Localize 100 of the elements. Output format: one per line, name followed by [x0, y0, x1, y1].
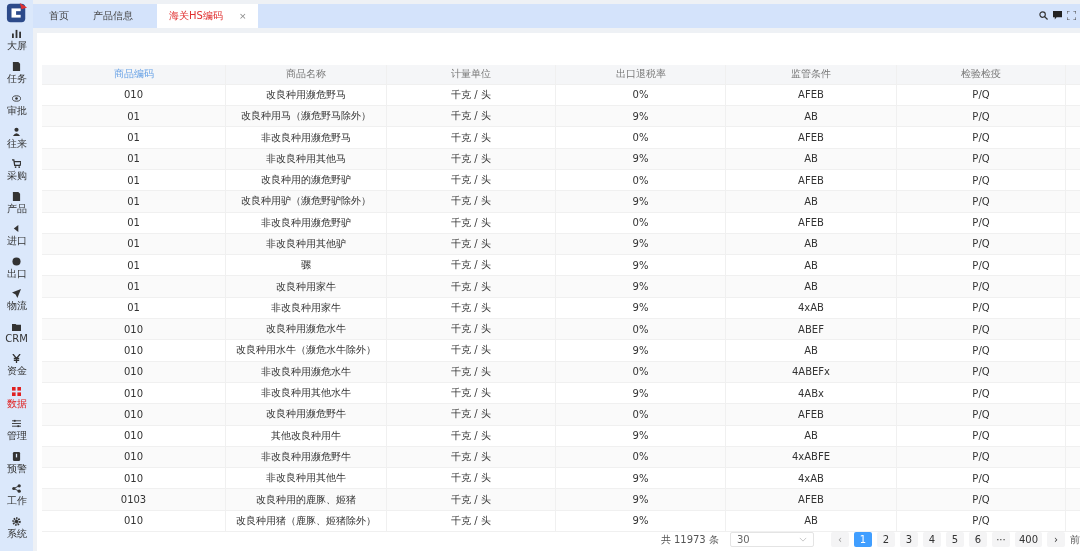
table-cell: 千克 / 头	[387, 212, 556, 233]
column-header[interactable]: 监管条件	[726, 64, 897, 84]
sidebar-item[interactable]: 资金	[6, 350, 27, 383]
tab[interactable]: 首页	[37, 4, 81, 28]
table-cell: 非改良种用濒危野牛	[226, 446, 387, 468]
table-cell: 0%	[556, 127, 726, 148]
sidebar-item[interactable]: 大屏	[6, 25, 27, 58]
table-cell: 9%	[556, 510, 726, 531]
column-header[interactable]: 检验检疫	[897, 64, 1066, 84]
table-cell: P/Q	[897, 127, 1066, 148]
table-cell: AFEB	[726, 84, 897, 106]
close-icon[interactable]: ×	[238, 10, 247, 21]
table-cell: 千克 / 头	[387, 148, 556, 169]
table-cell: 9%	[556, 148, 726, 169]
table-cell: 千克 / 头	[387, 468, 556, 489]
table-cell: AB	[726, 106, 897, 127]
sliders-icon	[12, 419, 21, 429]
table-cell: P/Q	[897, 233, 1066, 255]
message-icon[interactable]	[1053, 11, 1062, 21]
table-cell: 其他改良种用牛	[226, 425, 387, 446]
sidebar-item[interactable]: 管理	[6, 415, 27, 448]
page-button[interactable]: 4	[922, 532, 941, 547]
share-icon	[12, 484, 21, 494]
table-cell: P/Q	[897, 489, 1066, 510]
table-cell: 01	[42, 127, 226, 148]
sidebar-item[interactable]: 工作	[6, 480, 27, 513]
table-cell: 千克 / 头	[387, 425, 556, 446]
table-cell: 0%	[556, 319, 726, 340]
column-header[interactable]: 计量单位	[387, 64, 556, 84]
sidebar-item[interactable]: 数据	[6, 382, 27, 415]
column-header[interactable]: 出口退税率	[556, 64, 726, 84]
table-cell: AFEB	[726, 404, 897, 425]
table-cell: 千克 / 头	[387, 127, 556, 148]
table-cell: 非改良种用濒危水牛	[226, 361, 387, 382]
table-cell: P/Q	[897, 361, 1066, 382]
chevron-down-icon	[798, 537, 807, 542]
total-count: 共 11973 条	[660, 532, 719, 547]
eye-icon	[12, 94, 21, 104]
table-cell: 改良种用的濒危野驴	[226, 169, 387, 191]
table-cell: AB	[726, 510, 897, 531]
table-cell: 9%	[556, 297, 726, 319]
table-cell: AB	[726, 233, 897, 255]
table-cell: 9%	[556, 106, 726, 127]
sidebar-item[interactable]: 任务	[6, 57, 27, 90]
sidebar-item[interactable]: 往来	[6, 122, 27, 155]
table-cell: 改良种用马（濒危野马除外）	[226, 106, 387, 127]
table-cell: 千克 / 头	[387, 340, 556, 361]
sidebar-item[interactable]: 预警	[6, 447, 27, 480]
paper-plane-icon	[12, 289, 21, 299]
page-size-select[interactable]: 30	[729, 532, 814, 547]
table-cell: 01	[42, 255, 226, 276]
table-cell: 9%	[556, 489, 726, 510]
table-cell: P/Q	[897, 382, 1066, 404]
logo-icon	[5, 2, 28, 24]
alert-icon	[12, 451, 21, 461]
table-cell: 千克 / 头	[387, 361, 556, 382]
sidebar-item[interactable]: CRM	[5, 317, 28, 350]
table-cell: 9%	[556, 340, 726, 361]
sidebar-item[interactable]: 采购	[6, 155, 27, 188]
table-cell: 非改良种用濒危野驴	[226, 212, 387, 233]
table-cell: 010	[42, 510, 226, 531]
page-button[interactable]: 3	[899, 532, 918, 547]
table-cell: P/Q	[897, 404, 1066, 425]
table-cell: 9%	[556, 233, 726, 255]
column-header[interactable]: 商品名称	[226, 64, 387, 84]
sidebar-item[interactable]: 审批	[6, 90, 27, 123]
sidebar-item[interactable]: 进口	[6, 220, 27, 253]
table-cell: AB	[726, 276, 897, 297]
page-button[interactable]: 6	[968, 532, 987, 547]
table-cell: 千克 / 头	[387, 84, 556, 106]
sidebar-item[interactable]: 出口	[6, 252, 27, 285]
table-cell: 改良种用猪（鹿豚、姬猪除外）	[226, 510, 387, 531]
table-cell: 改良种用家牛	[226, 276, 387, 297]
page-button[interactable]: 5	[945, 532, 964, 547]
cart-icon	[12, 159, 21, 169]
table-cell: 千克 / 头	[387, 489, 556, 510]
table-cell: 010	[42, 468, 226, 489]
search-icon[interactable]	[1039, 11, 1048, 21]
page-button[interactable]: ···	[991, 532, 1010, 547]
sidebar-item[interactable]: 物流	[6, 285, 27, 318]
table-cell: 0103	[42, 489, 226, 510]
table-cell: 改良种用驴（濒危野驴除外）	[226, 191, 387, 212]
table-cell: 4xAB	[726, 468, 897, 489]
table-cell: AFEB	[726, 212, 897, 233]
table-cell: P/Q	[897, 212, 1066, 233]
table-cell: 01	[42, 106, 226, 127]
table-cell: 改良种用濒危水牛	[226, 319, 387, 340]
sidebar-item[interactable]: 产品	[6, 187, 27, 220]
fullscreen-icon[interactable]	[1067, 11, 1076, 21]
table-cell: 4ABx	[726, 382, 897, 404]
next-page-button[interactable]: ›	[1047, 532, 1065, 547]
tab[interactable]: 产品信息	[81, 4, 145, 28]
page-button[interactable]: 2	[876, 532, 895, 547]
table-cell: 千克 / 头	[387, 404, 556, 425]
sidebar-item[interactable]: 系统	[6, 512, 27, 545]
table-cell: 01	[42, 297, 226, 319]
yen-icon	[12, 354, 21, 364]
table-cell: 010	[42, 382, 226, 404]
page-button[interactable]: 400	[1014, 532, 1042, 547]
tab[interactable]: 海关HS编码 ×	[157, 4, 259, 28]
